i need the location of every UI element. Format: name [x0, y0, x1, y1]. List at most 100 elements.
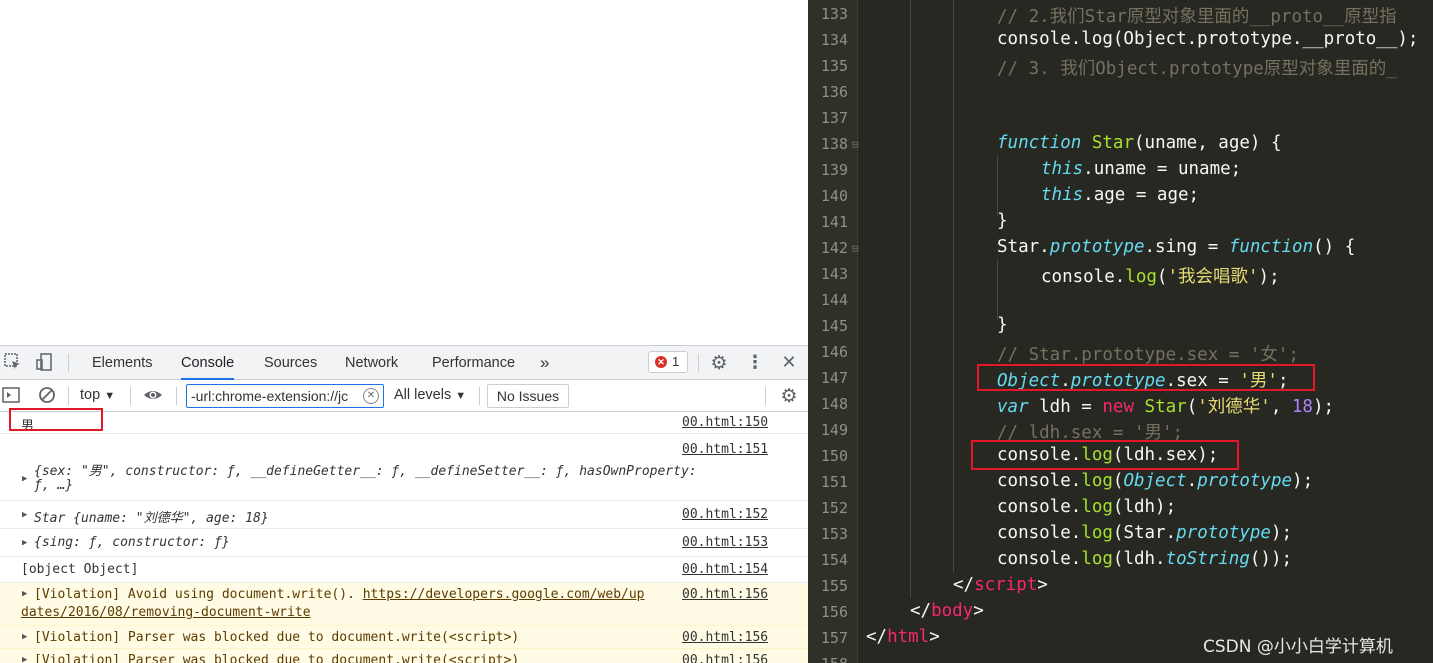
code-token: ); [1270, 523, 1293, 543]
expand-arrow-icon[interactable]: ▶ [22, 474, 27, 484]
keyword: new [1102, 397, 1134, 417]
number: 18 [1291, 397, 1313, 417]
browser-left-pane: Elements Console Sources Network Perform… [0, 0, 808, 663]
code-line-134: console.log(Object.prototype.__proto__); [997, 29, 1418, 49]
line-number: 134 [820, 31, 848, 49]
expand-arrow-icon[interactable]: ▶ [22, 510, 27, 520]
line-number: 137 [820, 109, 848, 127]
source-link[interactable]: 00.html:152 [682, 507, 768, 522]
line-number: 147 [820, 369, 848, 387]
devtools-tabbar: Elements Console Sources Network Perform… [0, 346, 808, 380]
expand-arrow-icon[interactable]: ▶ [22, 655, 27, 663]
message-text: [Violation] Parser was blocked due to do… [34, 653, 520, 663]
code-token: ); [1397, 29, 1419, 49]
code-line-152: console.log(ldh); [997, 497, 1176, 517]
clear-console-icon[interactable] [36, 385, 58, 407]
chevron-down-icon: ▼ [455, 390, 467, 402]
settings-gear-icon[interactable]: ⚙ [708, 352, 730, 374]
tag-name: script [974, 575, 1038, 595]
expand-arrow-icon[interactable]: ▶ [22, 632, 27, 642]
fold-toggle-icon[interactable]: ⊟ [852, 242, 859, 255]
fold-toggle-icon[interactable]: ⊟ [852, 138, 859, 151]
code-line-154: console.log(ldh.toString()); [997, 549, 1292, 569]
violation-link[interactable]: https://developers.google.com/web/up [363, 587, 645, 602]
source-link[interactable]: 00.html:156 [682, 587, 768, 602]
indent-guide [997, 259, 998, 321]
inspect-element-icon[interactable] [2, 352, 24, 374]
keyword: this [1041, 185, 1084, 205]
message-text: {sex: "男", constructor: ƒ, __defineGette… [34, 464, 697, 479]
violation-message: ▶ [Violation] Parser was blocked due to … [0, 626, 808, 649]
line-number: 154 [820, 551, 848, 569]
class-name: Star [1144, 397, 1187, 417]
line-number: 135 [820, 57, 848, 75]
console-filterbar: top ▼ -url:chrome-extension://jc ✕ All l… [0, 380, 808, 412]
device-toolbar-icon[interactable] [34, 352, 56, 374]
line-number: 136 [820, 83, 848, 101]
clear-filter-icon[interactable]: ✕ [363, 388, 379, 404]
line-number: 152 [820, 499, 848, 517]
property: prototype [1176, 523, 1271, 543]
issues-button[interactable]: No Issues [487, 384, 569, 408]
tag-name: body [931, 601, 974, 621]
code-token: .age = age; [1083, 185, 1200, 205]
kebab-menu-icon[interactable]: ⋮ [744, 352, 766, 374]
source-link[interactable]: 00.html:156 [682, 653, 768, 663]
method: log [1125, 267, 1157, 287]
code-token: console. [997, 471, 1082, 491]
tab-elements[interactable]: Elements [92, 346, 152, 380]
console-messages: 男 00.html:150 00.html:151 ▶ {sex: "男", c… [0, 412, 808, 663]
class-name: Object [1123, 471, 1187, 491]
tab-sources[interactable]: Sources [264, 346, 317, 380]
log-levels-select[interactable]: All levels ▼ [394, 387, 466, 403]
code-token: > [973, 601, 984, 621]
console-settings-gear-icon[interactable]: ⚙ [778, 385, 800, 407]
more-tabs-button[interactable]: » [540, 346, 549, 380]
keyword: this [1041, 159, 1084, 179]
keyword: function [997, 133, 1082, 153]
error-count-badge[interactable]: ✕ 1 [648, 351, 688, 373]
source-link[interactable]: 00.html:150 [682, 415, 768, 430]
source-link[interactable]: 00.html:151 [682, 442, 768, 457]
line-number: 157 [820, 629, 848, 647]
code-line-146: // Star.prototype.sex = '女'; [997, 341, 1299, 366]
devtools-panel: Elements Console Sources Network Perform… [0, 345, 808, 663]
code-token: (ldh); [1112, 497, 1177, 517]
code-line-151: console.log(Object.prototype); [997, 471, 1313, 491]
tab-console[interactable]: Console [181, 346, 235, 380]
line-number: 148 [820, 395, 848, 413]
code-editor: 133 134 135 136 137 138 ⊟ 139 140 141 142 ⊟ 143 144 14… [808, 0, 1433, 663]
source-link[interactable]: 00.html:156 [682, 630, 768, 645]
code-line-133: // 2.我们Star原型对象里面的__proto__原型指 [997, 3, 1397, 28]
sidebar-toggle-icon[interactable] [0, 385, 22, 407]
code-token: </ [953, 575, 975, 595]
violation-link-cont[interactable]: dates/2016/08/removing-document-write [21, 605, 311, 620]
code-token: console. [997, 523, 1082, 543]
highlight-box [971, 440, 1239, 470]
message-text: Star {uname: "刘德华", age: 18} [34, 511, 269, 526]
code-token: ldh = [1028, 397, 1103, 417]
console-message: ▶ {sing: ƒ, constructor: ƒ} 00.html:153 [0, 529, 808, 557]
expand-arrow-icon[interactable]: ▶ [22, 589, 27, 599]
eye-icon[interactable] [142, 385, 164, 407]
tab-network[interactable]: Network [345, 346, 398, 380]
line-number: 140 [820, 187, 848, 205]
line-number: 141 [820, 213, 848, 231]
expand-arrow-icon[interactable]: ▶ [22, 538, 27, 548]
chevron-down-icon: ▼ [104, 390, 116, 402]
error-count: 1 [672, 354, 680, 369]
method: log [1081, 549, 1113, 569]
context-select[interactable]: top ▼ [80, 387, 115, 403]
tab-performance[interactable]: Performance [432, 346, 515, 380]
code-line-139: this.uname = uname; [1041, 159, 1241, 179]
close-icon[interactable]: ✕ [778, 352, 800, 374]
source-link[interactable]: 00.html:153 [682, 535, 768, 550]
code-token: </ [866, 627, 888, 647]
code-token: console. [997, 549, 1082, 569]
code-token: __proto__ [1302, 29, 1398, 49]
code-token: . [1186, 471, 1198, 491]
violation-message: ▶ [Violation] Avoid using document.write… [0, 583, 808, 626]
source-link[interactable]: 00.html:154 [682, 562, 768, 577]
filter-input[interactable]: -url:chrome-extension://jc [186, 384, 384, 408]
